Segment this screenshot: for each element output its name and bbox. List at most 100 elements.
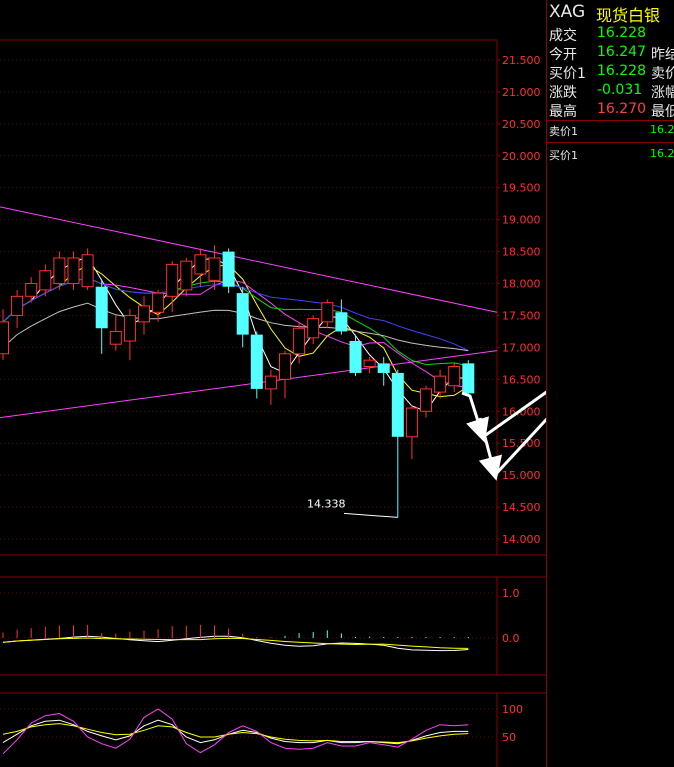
candle-body [25,283,38,297]
quote-header: XAG 现货白银 [547,0,674,25]
candle-body [152,292,165,313]
quote-panel: XAG 现货白银 成交 16.228 今开 16.247 昨结 买价1 16.2… [546,0,674,767]
quote-label: 今开 [549,47,577,63]
projection-arrow-down-2 [478,417,503,481]
kdj-tick-label: 50 [502,731,516,744]
candle-body [434,375,447,393]
candles-layer [0,245,475,638]
price-tick-label: 15.000 [502,469,541,482]
projection-arrow-down-1 [461,391,489,443]
candle-body [53,257,66,285]
low-annotation-leader [343,512,398,518]
ma-line-pink [2,277,469,389]
macd-dea-line [2,637,469,649]
candle-body [264,375,277,390]
price-tick-label: 21.000 [502,86,541,99]
candle-body [39,270,52,291]
price-tick-label: 17.500 [502,309,541,322]
candle-body [95,286,108,329]
candle-body [194,254,207,275]
price-tick-label: 19.000 [502,214,541,227]
low-annotation-label: 14.338 [307,497,346,510]
candle-body [349,341,362,373]
quote-value: 16.247 [597,44,646,60]
ma-line-green [2,277,469,367]
price-tick-label: 18.000 [502,278,541,291]
price-tick-label: 20.000 [502,150,541,163]
price-tick-label: 14.000 [502,533,541,546]
quote-label-secondary: 卖价 [651,66,674,82]
candle-body [109,330,122,345]
candle-body [363,359,376,368]
quote-label-secondary: 昨结 [651,47,674,63]
quote-row-bid: 买价1 16.228 卖价 [547,62,674,82]
orderbook-label: 买价1 [549,149,578,162]
quote-value: 16.228 [597,63,646,79]
quote-row-last: 成交 16.228 [547,24,674,44]
candle-body [405,407,418,438]
candle-body [279,353,291,380]
quote-label: 最高 [549,104,577,120]
quote-label: 成交 [549,28,577,44]
candle-body [138,305,150,323]
price-tick-label: 21.500 [502,54,541,67]
macd-tick-label: 1.0 [502,587,520,600]
candle-body [166,263,179,297]
price-tick-label: 18.500 [502,246,541,259]
macd-tick-label: 0.0 [502,632,520,645]
candle-body [293,327,306,355]
candle-body [448,366,461,387]
price-tick-label: 17.000 [502,341,541,354]
candle-body [180,260,193,291]
quote-row-open: 今开 16.247 昨结 [547,43,674,63]
candle-body [0,321,9,355]
candle-body [377,363,390,373]
price-tick-label: 14.500 [502,501,541,514]
orderbook-value: 16.22 [650,147,674,160]
candle-body [236,293,249,335]
orderbook-value: 16.22 [650,123,674,136]
quote-row-high: 最高 16.270 最低 [547,100,674,120]
candle-body [335,312,348,332]
candle-body [462,363,475,394]
grid-layer [0,39,546,767]
candle-body [307,318,320,339]
quote-label-secondary: 最低 [651,104,674,120]
quote-value: 16.228 [597,25,646,41]
candle-body [11,295,24,316]
candle-body [123,314,136,342]
kdj-k-line [2,719,469,745]
kdj-tick-label: 100 [502,703,523,716]
projection-arrow-up-1 [482,390,546,439]
candle-body [420,388,432,412]
kdj-j-line [2,708,469,755]
chart-canvas: 21.500 21.000 20.500 20.000 19.500 19.000 18.5… [0,39,546,767]
orderbook-ask-row: 卖价1 16.22 [547,121,674,139]
candle-body [67,257,80,285]
quote-label-secondary: 涨幅 [651,85,674,101]
candle-body [321,302,334,323]
quote-label: 涨跌 [549,85,577,101]
quote-label: 买价1 [549,66,586,82]
ma-line-gray [2,302,469,352]
candle-body [81,254,94,288]
candle-body [250,334,263,389]
orderbook-bid-row: 买价1 16.22 [547,145,674,163]
divider [547,142,674,143]
quote-value: -0.031 [597,82,643,98]
quote-value: 16.270 [597,101,646,117]
price-tick-label: 16.000 [502,405,541,418]
quote-row-change: 涨跌 -0.031 涨幅 [547,81,674,101]
orderbook-label: 卖价1 [549,125,578,138]
indicator-lines [0,206,498,755]
kdj-d-line [2,723,469,744]
candle-body [391,372,404,437]
candle-body [208,257,221,281]
price-tick-label: 20.500 [502,118,541,131]
price-tick-label: 19.500 [502,182,541,195]
candle-body [222,251,235,287]
symbol-code: XAG [549,2,586,22]
symbol-name: 现货白银 [596,6,661,25]
price-tick-label: 16.500 [502,373,541,386]
ma-line-blue [2,277,469,351]
